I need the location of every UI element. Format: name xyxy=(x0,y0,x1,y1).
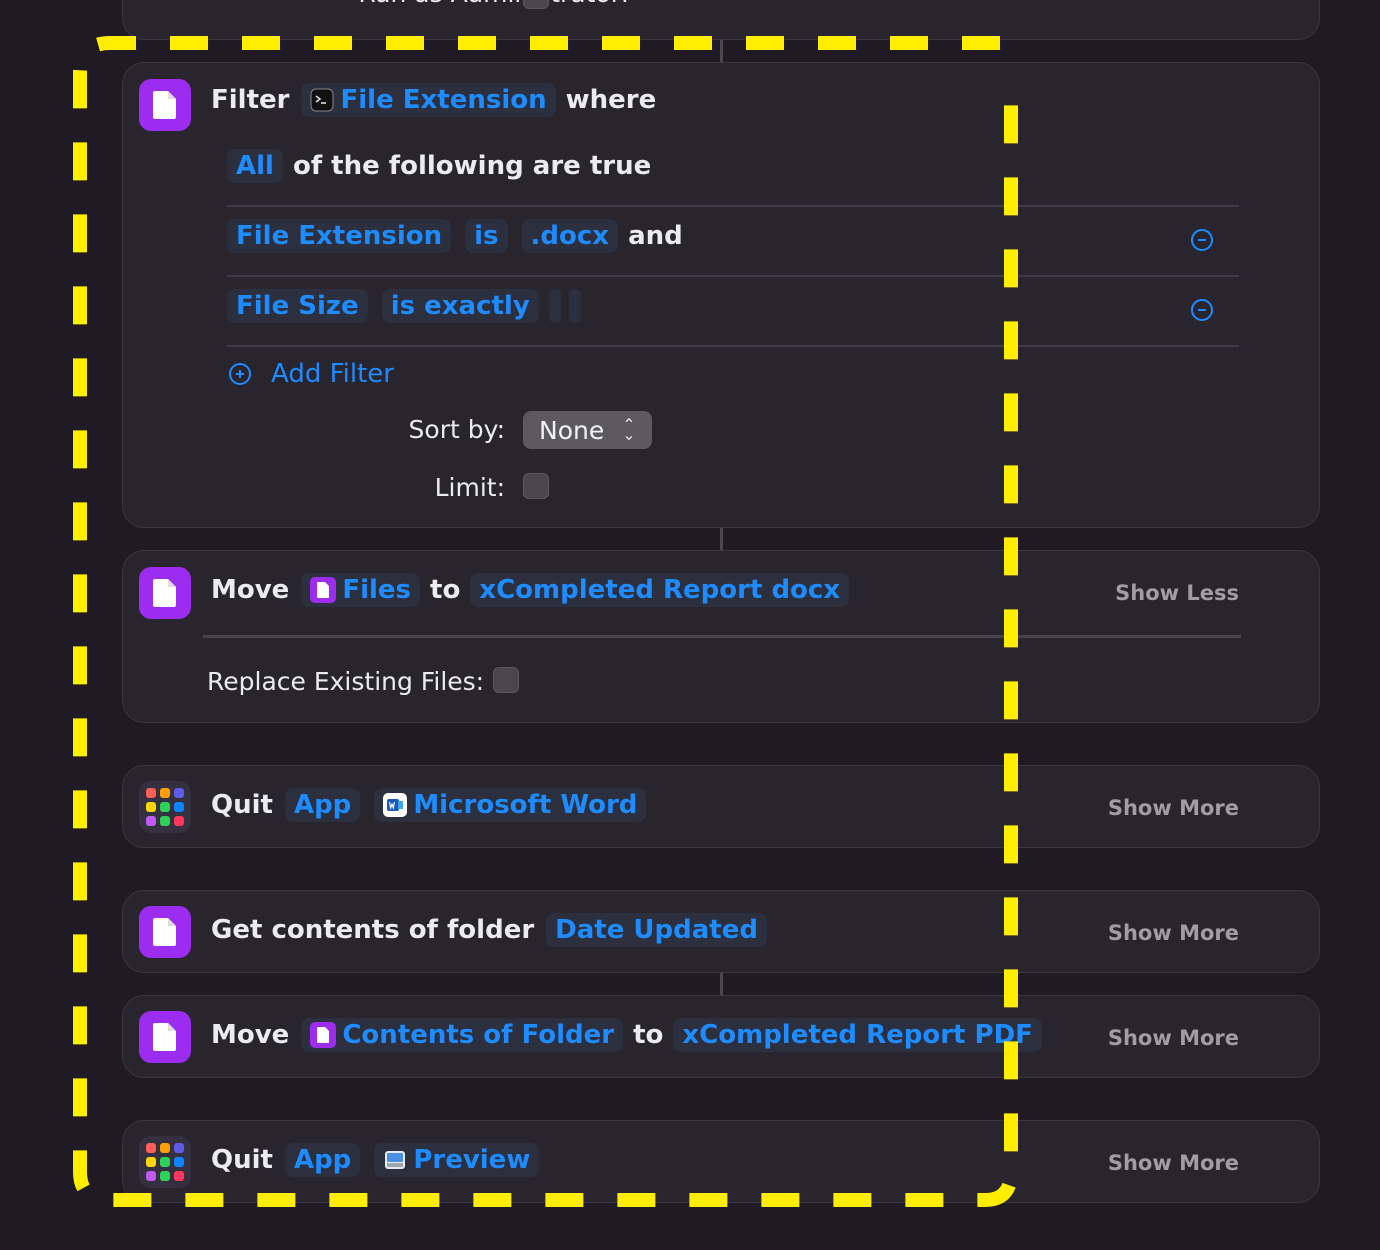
file-icon xyxy=(139,906,191,958)
file-extension-variable-label: File Extension xyxy=(340,85,547,115)
replace-existing-checkbox[interactable] xyxy=(493,667,519,693)
run-as-admin-label: Run as Administrator: xyxy=(358,0,629,8)
condition-field[interactable]: File Extension xyxy=(227,219,452,253)
limit-label: Limit: xyxy=(434,473,505,502)
quit-word-header: Quit App Microsoft Word xyxy=(211,788,652,822)
divider xyxy=(227,345,1239,347)
run-script-card: Run as Administrator: xyxy=(122,0,1320,40)
file-icon xyxy=(310,1022,337,1048)
divider xyxy=(203,635,1241,638)
add-filter-label: Add Filter xyxy=(271,359,394,389)
quantifier-suffix: of the following are true xyxy=(292,151,652,181)
microsoft-word-label: Microsoft Word xyxy=(413,790,638,820)
destination-folder[interactable]: xCompleted Report PDF xyxy=(673,1018,1042,1052)
quit-preview-card: Quit App Preview Show More xyxy=(122,1120,1320,1203)
app-type-token[interactable]: App xyxy=(284,1143,361,1177)
word-icon xyxy=(383,793,408,817)
condition-row: File Size is exactly xyxy=(227,289,587,323)
connector xyxy=(720,40,723,62)
files-variable[interactable]: Files xyxy=(301,573,421,607)
microsoft-word-token[interactable]: Microsoft Word xyxy=(374,788,647,822)
quit-action-label: Quit xyxy=(211,790,273,820)
connector xyxy=(720,528,723,550)
show-more-button[interactable]: Show More xyxy=(1108,1026,1239,1050)
replace-existing-label: Replace Existing Files: xyxy=(207,667,485,696)
condition-unit-field[interactable] xyxy=(568,289,581,323)
show-more-button[interactable]: Show More xyxy=(1108,1151,1239,1175)
condition-value[interactable]: .docx xyxy=(521,219,619,253)
plus-circle-icon xyxy=(229,363,251,385)
destination-folder[interactable]: xCompleted Report docx xyxy=(470,573,850,607)
to-label: to xyxy=(633,1020,664,1050)
get-contents-header: Get contents of folder Date Updated xyxy=(211,913,773,947)
condition-value-field[interactable] xyxy=(548,289,561,323)
file-icon xyxy=(139,1011,191,1063)
get-contents-action-label: Get contents of folder xyxy=(211,915,535,945)
move-action-label: Move xyxy=(211,1020,290,1050)
condition-field[interactable]: File Size xyxy=(227,289,368,323)
filter-action-card: Filter File Extension where All of the f… xyxy=(122,62,1320,528)
apps-grid-icon xyxy=(139,781,191,833)
sort-by-label: Sort by: xyxy=(408,415,505,444)
chevron-up-down-icon: ⌃ ⌄ xyxy=(622,415,636,444)
move-files-card: Move Files to xCompleted Report docx Sho… xyxy=(122,550,1320,723)
preview-app-label: Preview xyxy=(413,1145,531,1175)
move-pdf-card: Move Contents of Folder to xCompleted Re… xyxy=(122,995,1320,1078)
preview-app-token[interactable]: Preview xyxy=(374,1143,540,1177)
condition-row: File Extension is .docx and xyxy=(227,219,683,253)
show-less-button[interactable]: Show Less xyxy=(1115,581,1239,605)
sort-by-popup[interactable]: None ⌃ ⌄ xyxy=(523,411,652,449)
files-variable-label: Files xyxy=(342,575,412,605)
move-header: Move Files to xCompleted Report docx xyxy=(211,573,855,607)
quit-word-card: Quit App Microsoft Word Show More xyxy=(122,765,1320,848)
contents-of-folder-variable[interactable]: Contents of Folder xyxy=(301,1018,624,1052)
folder-token[interactable]: Date Updated xyxy=(546,913,767,947)
quantifier-row: All of the following are true xyxy=(227,149,651,183)
quit-action-label: Quit xyxy=(211,1145,273,1175)
divider xyxy=(227,275,1239,277)
condition-operator[interactable]: is exactly xyxy=(381,289,539,323)
quantifier-token[interactable]: All xyxy=(227,149,283,183)
move-action-label: Move xyxy=(211,575,290,605)
file-icon xyxy=(139,79,191,131)
show-more-button[interactable]: Show More xyxy=(1108,921,1239,945)
connector xyxy=(720,973,723,995)
apps-grid-icon xyxy=(139,1136,191,1188)
move-pdf-header: Move Contents of Folder to xCompleted Re… xyxy=(211,1018,1048,1052)
remove-condition-icon[interactable] xyxy=(1191,229,1213,251)
file-icon xyxy=(310,577,337,603)
contents-of-folder-label: Contents of Folder xyxy=(342,1020,615,1050)
get-contents-card: Get contents of folder Date Updated Show… xyxy=(122,890,1320,973)
sort-by-value: None xyxy=(539,415,605,445)
where-label: where xyxy=(565,85,657,115)
terminal-icon xyxy=(310,88,334,112)
to-label: to xyxy=(430,575,461,605)
show-more-button[interactable]: Show More xyxy=(1108,796,1239,820)
file-icon xyxy=(139,567,191,619)
quit-preview-header: Quit App Preview xyxy=(211,1143,545,1177)
filter-header: Filter File Extension where xyxy=(211,83,656,117)
preview-icon xyxy=(383,1148,407,1172)
condition-joiner: and xyxy=(628,221,683,251)
divider xyxy=(227,205,1239,207)
run-as-admin-checkbox[interactable] xyxy=(523,0,549,9)
app-type-token[interactable]: App xyxy=(284,788,361,822)
limit-checkbox[interactable] xyxy=(523,473,549,499)
file-extension-variable[interactable]: File Extension xyxy=(301,83,556,117)
remove-condition-icon[interactable] xyxy=(1191,299,1213,321)
filter-action-label: Filter xyxy=(211,85,290,115)
add-filter-button[interactable]: Add Filter xyxy=(229,359,394,389)
condition-operator[interactable]: is xyxy=(465,219,508,253)
